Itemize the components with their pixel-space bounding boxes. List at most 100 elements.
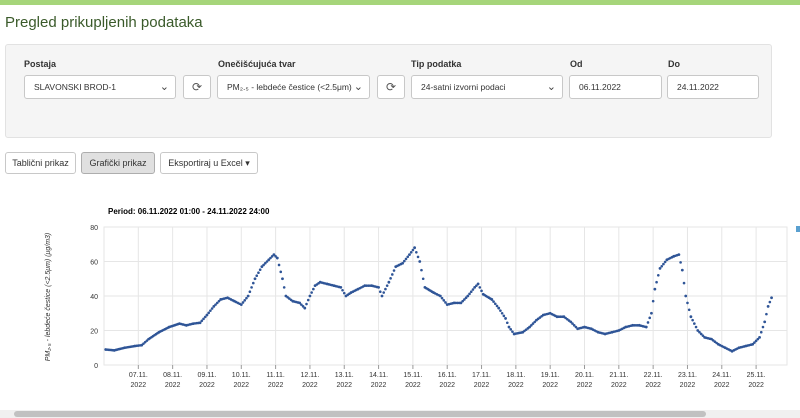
data-point [418, 260, 422, 263]
data-point [279, 270, 283, 274]
y-tick-label: 80 [90, 225, 98, 232]
x-tick-label: 09.11. [197, 372, 216, 379]
chart-view-button[interactable]: Grafički prikaz [81, 152, 155, 174]
y-axis-label: PM₂.₅ - lebdeće čestice (<2.5μm) (μg/m3) [45, 233, 52, 362]
data-point [476, 282, 480, 286]
caret-down-icon: ▾ [245, 158, 250, 168]
data-point [768, 300, 772, 304]
data-point [440, 296, 444, 300]
y-tick-label: 0 [94, 363, 98, 370]
table-view-button[interactable]: Tablični prikaz [5, 152, 76, 174]
x-tick-label: 24.11. [712, 372, 731, 379]
from-date-input[interactable]: 06.11.2022 [569, 75, 662, 99]
data-point [644, 325, 648, 329]
x-tick-label: 21.11. [609, 372, 628, 379]
data-point [766, 304, 770, 308]
x-tick-label-year: 2022 [405, 382, 421, 389]
data-point [466, 294, 470, 298]
data-point [200, 319, 204, 323]
pollutant-refresh-button[interactable]: ⟳ [377, 75, 405, 99]
x-tick-label: 13.11. [335, 372, 354, 379]
data-point [651, 299, 655, 303]
station-refresh-button[interactable]: ⟳ [183, 75, 211, 99]
data-point [282, 286, 286, 289]
data-point [377, 285, 380, 289]
filter-panel: Postaja SLAVONSKI BROD-1 ⌄ ⟳ Onečišćujuć… [5, 44, 772, 138]
scrollbar-thumb[interactable] [14, 411, 706, 417]
type-select[interactable]: 24-satni izvorni podaci ⌄ [411, 75, 563, 99]
data-point [209, 309, 212, 312]
data-point [686, 301, 689, 305]
data-point [694, 325, 698, 329]
x-tick-label-year: 2022 [131, 382, 147, 389]
data-point [389, 277, 392, 280]
data-point [500, 311, 504, 315]
horizontal-scrollbar[interactable] [0, 410, 800, 418]
data-point [411, 248, 415, 252]
data-point [241, 301, 245, 304]
x-tick-label: 15.11. [403, 372, 422, 379]
data-point [413, 246, 417, 250]
data-point [391, 273, 394, 276]
x-tick-label-year: 2022 [577, 382, 593, 389]
data-point [310, 291, 313, 294]
edge-indicator [796, 226, 800, 232]
data-point [509, 328, 513, 331]
to-label: Do [668, 59, 680, 69]
data-point [677, 253, 681, 256]
x-tick-label-year: 2022 [542, 382, 558, 389]
data-point [281, 277, 284, 281]
data-point [495, 304, 499, 308]
x-tick-label: 18.11. [506, 372, 525, 379]
station-select[interactable]: SLAVONSKI BROD-1 ⌄ [24, 75, 176, 99]
data-point [207, 311, 210, 315]
data-point [421, 277, 425, 281]
data-point [689, 315, 693, 319]
data-point [444, 301, 447, 304]
data-point [511, 330, 514, 333]
x-tick-label: 25.11. [747, 372, 766, 379]
pollutant-value: PM₂.₅ - lebdeće čestice (<2.5μm) [227, 82, 352, 92]
data-point [507, 325, 511, 329]
data-point [380, 294, 384, 298]
pollutant-select[interactable]: PM₂.₅ - lebdeće čestice (<2.5μm) ⌄ [217, 75, 370, 99]
data-point [650, 311, 653, 315]
refresh-icon: ⟳ [385, 80, 397, 94]
data-point [480, 289, 483, 293]
to-date-input[interactable]: 24.11.2022 [667, 75, 759, 99]
data-point [401, 261, 404, 265]
data-point [763, 320, 767, 324]
data-point [243, 299, 247, 302]
chevron-down-icon: ⌄ [159, 81, 169, 93]
x-tick-label: 17.11. [472, 372, 491, 379]
data-point [658, 267, 662, 270]
data-point [303, 306, 307, 310]
data-point [693, 322, 696, 325]
data-point [403, 259, 406, 263]
data-point [378, 290, 382, 293]
data-point [438, 294, 442, 298]
export-excel-button[interactable]: Eksportiraj u Excel ▾ [160, 152, 258, 174]
data-point [248, 290, 252, 293]
data-point [478, 286, 482, 289]
x-tick-label-year: 2022 [714, 382, 730, 389]
data-point [385, 284, 389, 287]
data-point [253, 277, 257, 281]
y-axis-ticks: 0 20 40 60 80 [90, 225, 98, 370]
data-point [663, 260, 667, 264]
x-tick-label-year: 2022 [474, 382, 490, 389]
x-tick-label: 19.11. [541, 372, 560, 379]
data-point [408, 253, 411, 256]
top-accent-bar [0, 0, 800, 5]
chevron-down-icon: ⌄ [353, 81, 363, 93]
refresh-icon: ⟳ [191, 80, 203, 94]
data-point [502, 314, 506, 318]
data-point [246, 294, 250, 298]
x-tick-label: 10.11. [232, 372, 251, 379]
data-point [305, 302, 308, 306]
y-tick-label: 40 [90, 294, 98, 301]
data-point [648, 316, 652, 320]
data-point [420, 268, 423, 272]
data-point [770, 296, 773, 300]
data-point [382, 291, 386, 294]
